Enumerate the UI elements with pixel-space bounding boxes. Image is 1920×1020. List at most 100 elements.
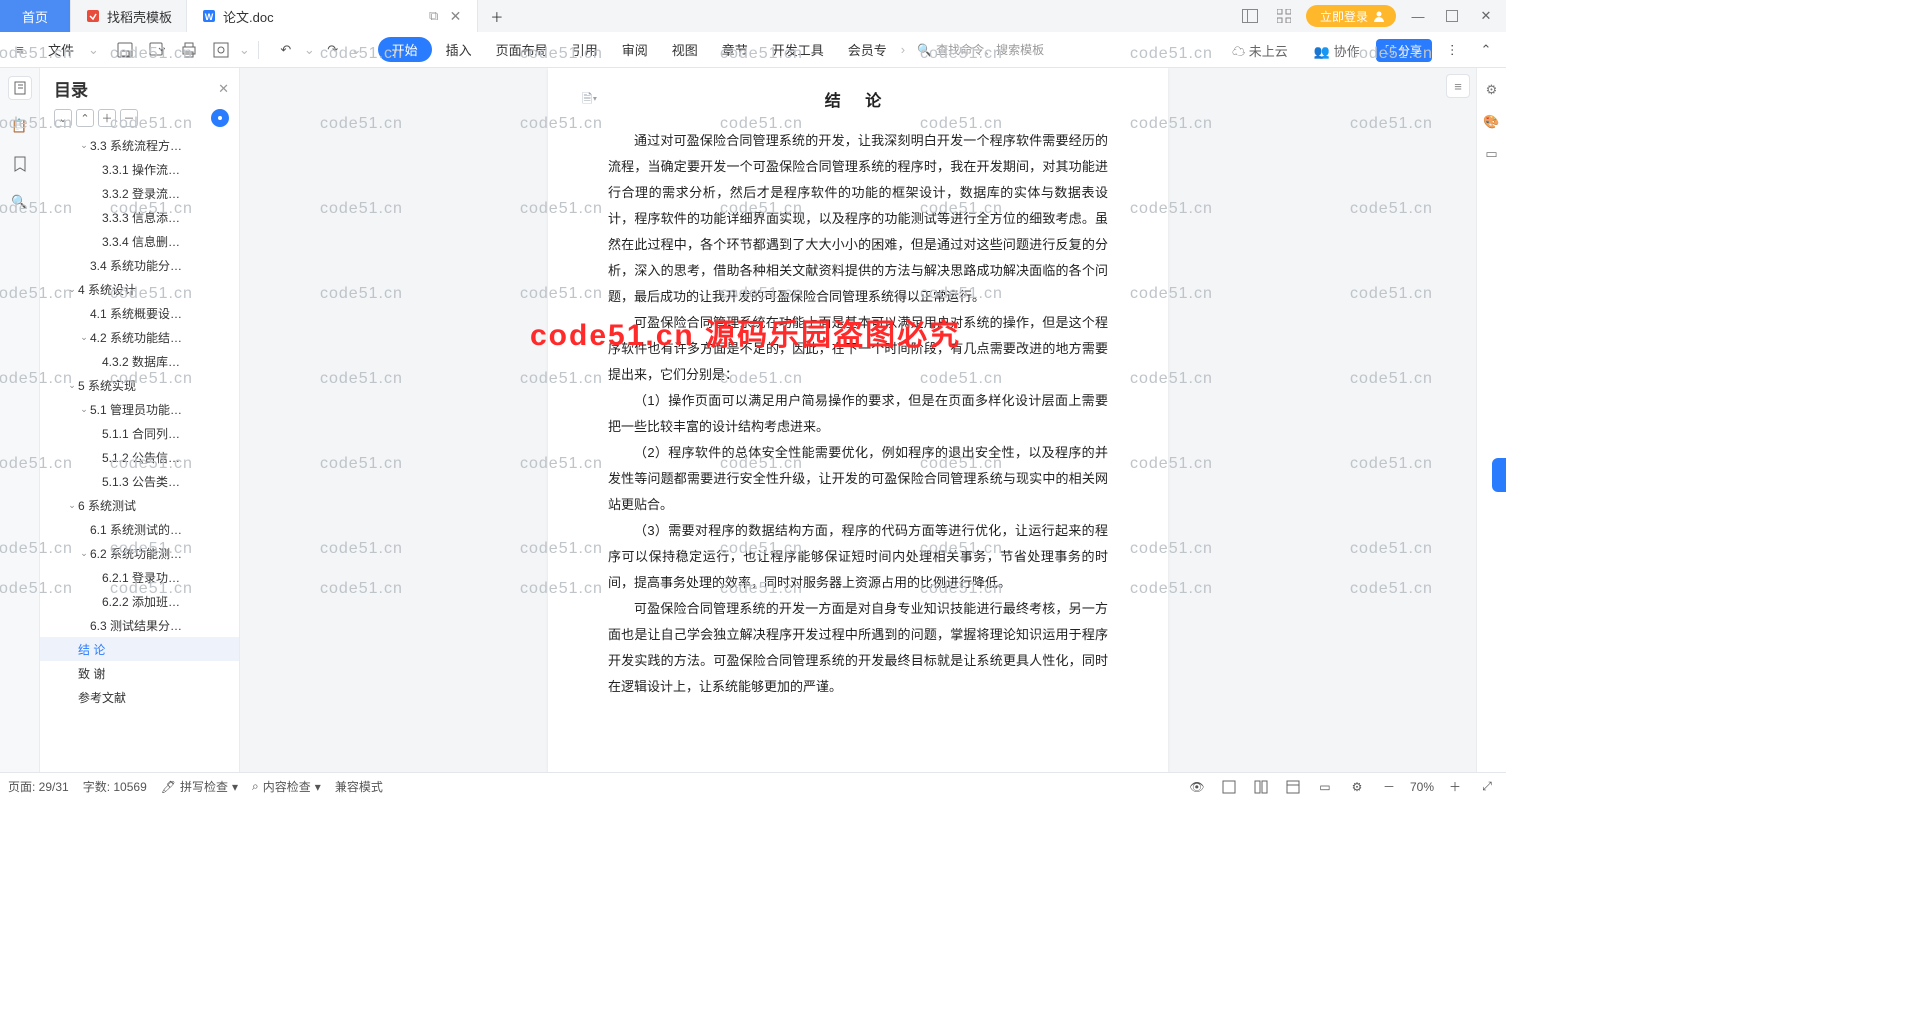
outline-item[interactable]: 致 谢 [40, 661, 239, 685]
print-icon[interactable] [175, 36, 203, 64]
outline-item[interactable]: ⌄5.1 管理员功能… [40, 397, 239, 421]
outline-item[interactable]: 结 论 [40, 637, 239, 661]
menu-view[interactable]: 视图 [662, 36, 708, 63]
doc-paragraph: 可盈保险合同管理系统的开发一方面是对自身专业知识技能进行最终考核，另一方面也是让… [608, 596, 1108, 700]
word-doc-icon: W [201, 8, 217, 24]
promote-icon[interactable]: ＋ [98, 109, 116, 127]
tab-templates[interactable]: 找稻壳模板 [71, 0, 187, 32]
zoom-settings-icon[interactable]: ⚙ [1346, 776, 1368, 798]
tab-home[interactable]: 首页 [0, 0, 71, 32]
doc-template-icon [85, 8, 101, 24]
page-indicator[interactable]: 页面: 29/31 [8, 778, 69, 795]
zoom-in-icon[interactable]: ＋ [1444, 776, 1466, 798]
outline-item[interactable]: ⌄6.2 系统功能测… [40, 541, 239, 565]
rail-styles-icon[interactable]: 🎨 [1483, 114, 1499, 130]
outline-item[interactable]: 6.1 系统测试的… [40, 517, 239, 541]
compat-mode[interactable]: 兼容模式 [335, 778, 383, 795]
outline-item[interactable]: 5.1.3 公告类… [40, 469, 239, 493]
menu-more-icon[interactable]: ⋯ [1438, 36, 1466, 64]
outline-item[interactable]: 5.1.1 合同列… [40, 421, 239, 445]
minimize-icon[interactable]: — [1406, 4, 1430, 28]
outline-item[interactable]: 3.3.1 操作流… [40, 157, 239, 181]
command-search[interactable]: 🔍查找命令、搜索模板 [909, 41, 1052, 58]
apps-icon[interactable] [1272, 4, 1296, 28]
sidebar-toggle-icon[interactable]: ≡ [1446, 74, 1470, 98]
menu-dev[interactable]: 开发工具 [762, 36, 834, 63]
zoom-level[interactable]: 70% [1410, 780, 1434, 794]
view-page-icon[interactable] [1218, 776, 1240, 798]
doc-paragraph: 通过对可盈保险合同管理系统的开发，让我深刻明白开发一个程序软件需要经历的流程，当… [608, 128, 1108, 310]
collab-button[interactable]: 👥 协作 [1304, 37, 1370, 64]
menu-chapter[interactable]: 章节 [712, 36, 758, 63]
menu-file[interactable]: 文件 [38, 36, 84, 63]
layout1-icon[interactable] [1238, 4, 1262, 28]
document-area: ≡ 🗎▾ 结 论 通过对可盈保险合同管理系统的开发，让我深刻明白开发一个程序软件… [240, 68, 1476, 772]
outline-item[interactable]: 3.4 系统功能分… [40, 253, 239, 277]
rail-settings-icon[interactable]: ⚙ [1486, 82, 1498, 98]
share-button[interactable]: ⛶ 分享 [1376, 39, 1432, 62]
outline-item[interactable]: 6.2.1 登录功… [40, 565, 239, 589]
menu-start[interactable]: 开始 [378, 37, 432, 62]
collapse-ribbon-icon[interactable]: ⌃ [1472, 36, 1500, 64]
redo-icon[interactable]: ↷ [319, 36, 347, 64]
hamburger-icon[interactable]: ≡ [6, 36, 34, 64]
menu-review[interactable]: 审阅 [612, 36, 658, 63]
close-window-icon[interactable]: ✕ [1474, 4, 1498, 28]
fit-page-icon[interactable]: ⤢ [1476, 776, 1498, 798]
outline-item[interactable]: 3.3.4 信息删… [40, 229, 239, 253]
login-button[interactable]: 立即登录 [1306, 5, 1396, 27]
outline-item[interactable]: ⌄5 系统实现 [40, 373, 239, 397]
outline-item[interactable]: ⌄4 系统设计 [40, 277, 239, 301]
menu-member[interactable]: 会员专 [838, 36, 897, 63]
bookmark-icon[interactable] [8, 152, 32, 176]
new-tab-button[interactable]: ＋ [478, 0, 515, 32]
side-expand-tab[interactable] [1492, 458, 1506, 492]
page-doc-icon[interactable]: 🗎▾ [582, 86, 597, 112]
tab-close-icon[interactable]: ✕ [448, 8, 464, 25]
view-read-icon[interactable]: ▭ [1314, 776, 1336, 798]
outline-item[interactable]: 3.3.2 登录流… [40, 181, 239, 205]
content-check[interactable]: ⌕ 内容检查 ▾ [252, 778, 321, 795]
outline-item[interactable]: 3.3.3 信息添… [40, 205, 239, 229]
outline-item[interactable]: ⌄3.3 系统流程方… [40, 133, 239, 157]
outline-item[interactable]: 4.1 系统概要设… [40, 301, 239, 325]
tab-window-icon[interactable]: ⧉ [426, 8, 442, 24]
view-outline-icon[interactable] [1250, 776, 1272, 798]
menu-ref[interactable]: 引用 [562, 36, 608, 63]
outline-item[interactable]: 6.2.2 添加班… [40, 589, 239, 613]
rail-select-icon[interactable]: ▭ [1485, 146, 1497, 162]
doc-paragraph: （3）需要对程序的数据结构方面，程序的代码方面等进行优化，让运行起来的程序可以保… [608, 518, 1108, 596]
outline-item[interactable]: 6.3 测试结果分… [40, 613, 239, 637]
collapse-all-icon[interactable]: ⌄ [54, 109, 72, 127]
tab-label: 论文.doc [223, 7, 274, 26]
notebook-icon[interactable] [8, 76, 32, 100]
outline-close-icon[interactable]: ✕ [218, 81, 229, 97]
save-icon[interactable] [111, 36, 139, 64]
cloud-status[interactable]: ☁ 未上云 [1222, 37, 1298, 64]
word-count[interactable]: 字数: 10569 [83, 778, 147, 795]
menu-layout[interactable]: 页面布局 [486, 36, 558, 63]
menu-scroll-icon[interactable]: › [901, 42, 905, 57]
outline-item[interactable]: 参考文献 [40, 685, 239, 709]
tab-document[interactable]: W 论文.doc ⧉ ✕ [187, 0, 478, 32]
view-web-icon[interactable] [1282, 776, 1304, 798]
expand-all-icon[interactable]: ⌃ [76, 109, 94, 127]
outline-item[interactable]: ⌄6 系统测试 [40, 493, 239, 517]
outline-item[interactable]: 4.3.2 数据库… [40, 349, 239, 373]
menu-insert[interactable]: 插入 [436, 36, 482, 63]
demote-icon[interactable]: － [120, 109, 138, 127]
outline-settings-icon[interactable] [211, 109, 229, 127]
outline-title: 目录 [54, 76, 218, 101]
outline-item[interactable]: ⌄4.2 系统功能结… [40, 325, 239, 349]
clipboard-icon[interactable]: 📋 [8, 114, 32, 138]
preview-icon[interactable] [207, 36, 235, 64]
rail-search-icon[interactable]: 🔍 [8, 190, 32, 214]
zoom-out-icon[interactable]: － [1378, 776, 1400, 798]
outline-item[interactable]: 5.1.2 公告信… [40, 445, 239, 469]
outline-panel: 目录 ✕ ⌄ ⌃ ＋ － ⌄3.3 系统流程方…3.3.1 操作流…3.3.2 … [40, 68, 240, 772]
maximize-icon[interactable] [1440, 4, 1464, 28]
undo-icon[interactable]: ↶ [272, 36, 300, 64]
spell-check[interactable]: 🖊 拼写检查 ▾ [161, 778, 238, 795]
eye-mode-icon[interactable]: 👁 [1186, 776, 1208, 798]
save-dropdown-icon[interactable] [143, 36, 171, 64]
